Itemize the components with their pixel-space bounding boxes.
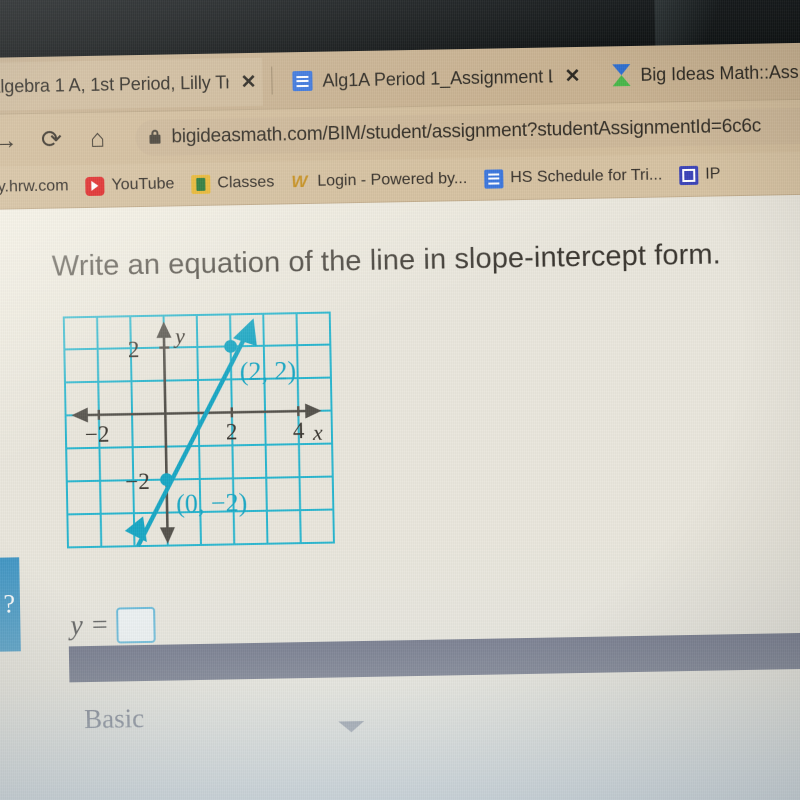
browser-tab-1-title: Alg1A Period 1_Assignment List bbox=[322, 65, 553, 91]
answer-row: y = bbox=[70, 606, 156, 645]
bookmark-label: YouTube bbox=[111, 175, 175, 194]
x-tick-label-2: 2 bbox=[226, 419, 238, 444]
bookmark-label: HS Schedule for Tri... bbox=[510, 166, 663, 187]
answer-variable-label: y bbox=[70, 610, 84, 642]
browser-tab-2[interactable]: Big Ideas Math::Ass bbox=[606, 47, 800, 99]
y-axis-label: y bbox=[173, 323, 185, 348]
browser-tab-0-title: Algebra 1 A, 1st Period, Lilly Trin bbox=[0, 71, 229, 97]
browser-tab-1[interactable]: Alg1A Period 1_Assignment List ✕ bbox=[286, 52, 587, 105]
help-side-tab[interactable]: ? bbox=[0, 557, 21, 653]
google-docs-icon bbox=[292, 70, 313, 92]
bookmark-label: My.hrw.com bbox=[0, 177, 69, 196]
answer-input[interactable] bbox=[116, 606, 156, 644]
laptop-screen: Algebra 1 A, 1st Period, Lilly Trin ✕ Al… bbox=[0, 42, 800, 800]
bookmark-label: Classes bbox=[217, 173, 275, 192]
google-docs-icon bbox=[484, 168, 504, 189]
x-tick-label-neg2: −2 bbox=[85, 422, 110, 447]
coordinate-plane-figure: 2 −2 −2 2 4 y x (2, 2) (0, −2) bbox=[62, 311, 335, 549]
bookmark-hs-schedule[interactable]: HS Schedule for Tri... bbox=[484, 166, 663, 189]
lock-icon bbox=[149, 134, 161, 144]
bookmark-login[interactable]: Login - Powered by... bbox=[291, 170, 467, 192]
browser-tab-2-title: Big Ideas Math::Ass bbox=[640, 61, 799, 85]
reload-icon[interactable]: ⟳ bbox=[37, 125, 66, 154]
browser-tab-0[interactable]: Algebra 1 A, 1st Period, Lilly Trin ✕ bbox=[0, 57, 263, 111]
browser-tab-1-close-icon[interactable]: ✕ bbox=[564, 64, 580, 87]
annotation-point-0-neg2: (0, −2) bbox=[176, 488, 248, 518]
address-bar-url: bigideasmath.com/BIM/student/assignment?… bbox=[171, 115, 762, 148]
bookmark-label: IP bbox=[705, 165, 721, 183]
bookmark-youtube[interactable]: YouTube bbox=[85, 175, 175, 196]
x-axis-label: x bbox=[312, 420, 323, 445]
annotation-point-2-2: (2, 2) bbox=[240, 356, 297, 386]
photo-of-laptop-screen: Algebra 1 A, 1st Period, Lilly Trin ✕ Al… bbox=[0, 0, 800, 800]
address-bar[interactable]: bigideasmath.com/BIM/student/assignment?… bbox=[135, 107, 800, 157]
bookmark-ip[interactable]: IP bbox=[679, 165, 721, 185]
youtube-icon bbox=[85, 176, 105, 196]
math-editor-toolbar[interactable] bbox=[68, 631, 800, 683]
y-tick-label-2: 2 bbox=[128, 337, 140, 362]
coordinate-plane-svg: 2 −2 −2 2 4 y x (2, 2) (0, −2) bbox=[62, 311, 335, 549]
forward-arrow-icon[interactable]: → bbox=[0, 126, 20, 155]
answer-equals-sign: = bbox=[91, 609, 108, 641]
assignment-page: Write an equation of the line in slope-i… bbox=[0, 194, 800, 800]
window-grid-icon bbox=[679, 165, 699, 185]
bookmark-label: Login - Powered by... bbox=[317, 170, 468, 190]
bookmark-classes[interactable]: Classes bbox=[191, 173, 274, 194]
classroom-icon bbox=[191, 174, 211, 194]
bookmark-my-hrw[interactable]: My.hrw.com bbox=[0, 177, 69, 197]
x-tick-label-4: 4 bbox=[293, 418, 305, 443]
wordpress-icon bbox=[291, 172, 310, 191]
help-side-tab-label: ? bbox=[3, 589, 16, 619]
y-tick-label-neg2: −2 bbox=[125, 469, 150, 494]
toolbar-mode-label: Basic bbox=[83, 703, 145, 735]
question-prompt: Write an equation of the line in slope-i… bbox=[51, 238, 722, 283]
home-icon[interactable]: ⌂ bbox=[83, 125, 112, 154]
chevron-down-icon[interactable] bbox=[338, 720, 365, 733]
tab-separator bbox=[271, 66, 273, 95]
browser-tab-0-close-icon[interactable]: ✕ bbox=[240, 70, 256, 93]
